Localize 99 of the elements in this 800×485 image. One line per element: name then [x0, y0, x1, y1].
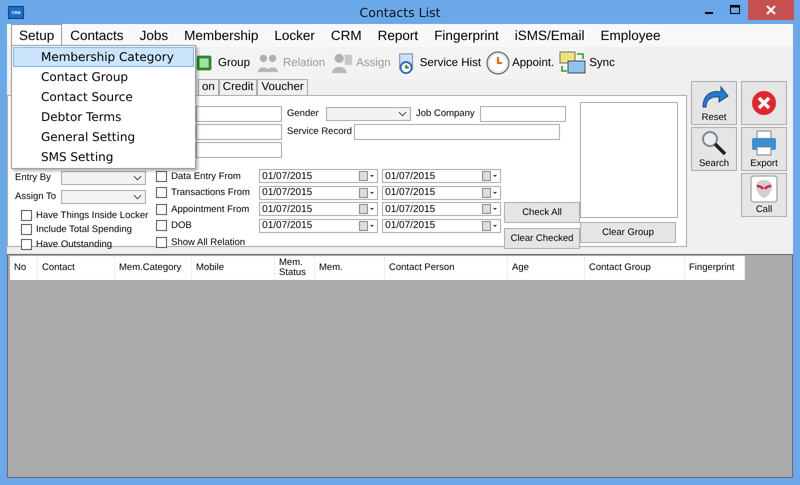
date-picker[interactable]: 01/07/2015 [382, 186, 502, 200]
checkbox-label: Show All Relation [171, 236, 246, 248]
toolbar-button[interactable]: Group [194, 52, 250, 74]
calendar-dropdown-icon[interactable] [359, 204, 376, 214]
column-header[interactable]: Contact Group [585, 256, 685, 280]
chevron-icon [133, 194, 142, 200]
close-button[interactable] [741, 81, 787, 125]
window-title: Contacts List [360, 5, 440, 20]
calendar-dropdown-icon[interactable] [359, 220, 376, 231]
menu-item[interactable]: CRM [322, 24, 370, 47]
checkbox[interactable] [156, 220, 168, 232]
monitors-icon [559, 51, 588, 75]
menu-item[interactable]: Membership [176, 24, 266, 47]
toolbar-button[interactable]: Service Hist [396, 52, 482, 74]
menu-item[interactable]: General Setting [13, 127, 194, 147]
column-header[interactable]: Contact Person [385, 256, 508, 280]
date-picker[interactable]: 01/07/2015 [382, 202, 502, 216]
calendar-dropdown-icon[interactable] [482, 188, 498, 198]
calendar-dropdown-icon[interactable] [359, 171, 376, 182]
close-icon[interactable] [748, 0, 794, 20]
menu-item[interactable]: iSMS/Email [506, 24, 592, 47]
menu-item[interactable]: Employee [592, 24, 669, 47]
menu-item[interactable]: Report [370, 24, 426, 47]
field-label: Entry By [15, 172, 52, 183]
text-field[interactable] [196, 106, 282, 122]
checkbox[interactable] [156, 204, 168, 215]
date-picker[interactable]: 01/07/2015 [259, 218, 378, 233]
calendar-dropdown-icon[interactable] [482, 204, 498, 214]
tab[interactable]: on [198, 79, 219, 95]
clear-checked-button[interactable]: Clear Checked [504, 228, 580, 248]
date-picker[interactable]: 01/07/2015 [259, 169, 378, 184]
clear-group-button[interactable]: Clear Group [580, 222, 676, 243]
checkbox[interactable] [156, 236, 168, 248]
checkbox[interactable] [156, 187, 168, 198]
tab[interactable]: Voucher [257, 79, 308, 95]
entry-by-dropdown[interactable] [61, 170, 146, 184]
text-field[interactable] [480, 106, 566, 122]
field-label: Service Record [287, 125, 349, 139]
menu-item[interactable]: Debtor Terms [13, 107, 194, 127]
checkbox[interactable] [21, 210, 32, 221]
text-field[interactable] [354, 124, 560, 140]
calendar-dropdown-icon[interactable] [482, 220, 498, 231]
checkbox-label: Transactions From [171, 187, 251, 198]
column-header[interactable]: Age [508, 256, 585, 280]
reset-button[interactable]: Reset [691, 81, 737, 125]
checkbox-label: Data Entry From [171, 170, 242, 182]
date-picker[interactable]: 01/07/2015 [259, 202, 378, 216]
toolbar-button[interactable]: Sync [559, 51, 615, 75]
field-label: Job Company [416, 107, 475, 121]
text-field[interactable] [196, 142, 282, 158]
search-icon [700, 129, 728, 157]
menu-item[interactable]: Membership Category [13, 47, 194, 67]
field-label: Assign To [15, 191, 58, 202]
menu-item[interactable]: Contacts [62, 24, 132, 47]
assign-to-dropdown[interactable] [61, 190, 146, 204]
calendar-dropdown-icon[interactable] [359, 188, 376, 198]
checkbox[interactable] [21, 224, 32, 236]
column-header[interactable]: Mem.Category [115, 256, 192, 280]
chevron-icon [133, 174, 142, 180]
toolbar-button[interactable]: Appoint. [486, 51, 554, 75]
chevron-icon [398, 111, 407, 117]
close-icon [750, 89, 778, 117]
gender-dropdown[interactable] [326, 107, 411, 121]
printer-icon [750, 129, 778, 157]
alien-head-icon [750, 175, 778, 203]
date-picker[interactable]: 01/07/2015 [382, 169, 502, 184]
person-icon [330, 52, 354, 74]
menu-item[interactable]: Fingerprint [426, 24, 507, 47]
group-list[interactable] [580, 102, 678, 218]
calendar-dropdown-icon[interactable] [482, 171, 498, 182]
column-header[interactable]: Mem. Status [275, 256, 315, 280]
date-picker[interactable]: 01/07/2015 [382, 218, 502, 233]
checkbox-label: Appointment From [171, 204, 250, 215]
checkbox[interactable] [21, 238, 32, 250]
search-button[interactable]: Search [691, 127, 737, 171]
checkbox[interactable] [156, 170, 168, 182]
menu-item[interactable]: SMS Setting [13, 147, 194, 167]
menu-item[interactable]: Locker [266, 24, 323, 47]
call-button[interactable]: Call [741, 173, 787, 217]
export-button[interactable]: Export [741, 127, 787, 171]
check-all-button[interactable]: Check All [504, 202, 580, 222]
field-label: Gender [287, 107, 320, 121]
column-header[interactable]: Mem. [315, 256, 385, 280]
checkbox-label: Have Things Inside Locker [36, 210, 148, 221]
menu-item[interactable]: Jobs [132, 24, 176, 47]
date-picker[interactable]: 01/07/2015 [259, 186, 378, 200]
menu-item[interactable]: Setup [11, 24, 62, 47]
column-header[interactable]: No [10, 256, 38, 280]
checkbox-label: DOB [171, 220, 193, 232]
menu-item[interactable]: Contact Source [13, 87, 194, 107]
column-header[interactable]: Fingerprint [685, 256, 745, 280]
tab[interactable]: Credit [218, 79, 258, 95]
column-header[interactable]: Contact [38, 256, 115, 280]
checkbox-label: Have Outstanding [36, 238, 112, 250]
clock-icon [486, 51, 510, 75]
checkbox-label: Include Total Spending [36, 224, 132, 236]
column-header[interactable]: Mobile [192, 256, 275, 280]
text-field[interactable] [196, 124, 282, 140]
menu-item[interactable]: Contact Group [13, 67, 194, 87]
